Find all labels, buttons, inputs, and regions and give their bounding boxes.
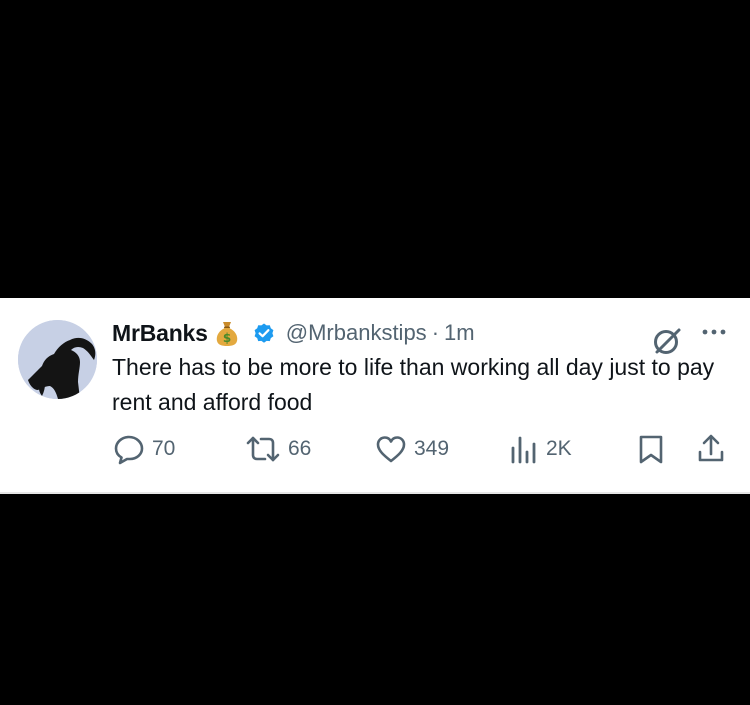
reply-icon — [114, 435, 144, 465]
reply-button[interactable]: 70 — [112, 430, 175, 468]
views-count: 2K — [546, 437, 572, 460]
page: MrBanks $ @Mrbankstips · 1m There has to… — [0, 0, 750, 705]
bookmark-button[interactable] — [634, 430, 668, 468]
more-icon[interactable] — [697, 326, 731, 338]
heart-icon — [376, 436, 406, 463]
views-icon — [511, 436, 536, 464]
avatar[interactable] — [18, 320, 97, 399]
separator-dot: · — [431, 320, 440, 345]
tweet-header: MrBanks $ @Mrbankstips · 1m — [112, 316, 475, 350]
repost-count: 66 — [288, 437, 312, 460]
tweet-card[interactable]: MrBanks $ @Mrbankstips · 1m There has to… — [0, 298, 750, 492]
divider — [0, 492, 750, 494]
svg-text:$: $ — [223, 331, 231, 345]
repost-icon — [246, 436, 280, 462]
views-button[interactable]: 2K — [508, 430, 572, 468]
like-count: 349 — [414, 437, 450, 460]
display-name[interactable]: MrBanks — [112, 320, 208, 347]
handle[interactable]: @Mrbankstips — [286, 320, 427, 346]
tweet-text: There has to be more to life than workin… — [112, 354, 715, 415]
bookmark-icon — [639, 435, 663, 464]
goat-silhouette-image — [18, 320, 97, 399]
repost-button[interactable]: 66 — [244, 430, 311, 468]
share-button[interactable] — [694, 430, 728, 468]
reply-count: 70 — [152, 437, 176, 460]
like-button[interactable]: 349 — [374, 430, 449, 468]
action-bar: 70 66 349 2K — [0, 430, 750, 468]
moneybag-icon: $ — [216, 322, 237, 346]
share-icon — [698, 434, 724, 462]
timestamp[interactable]: 1m — [444, 320, 475, 346]
verified-icon — [254, 323, 274, 343]
